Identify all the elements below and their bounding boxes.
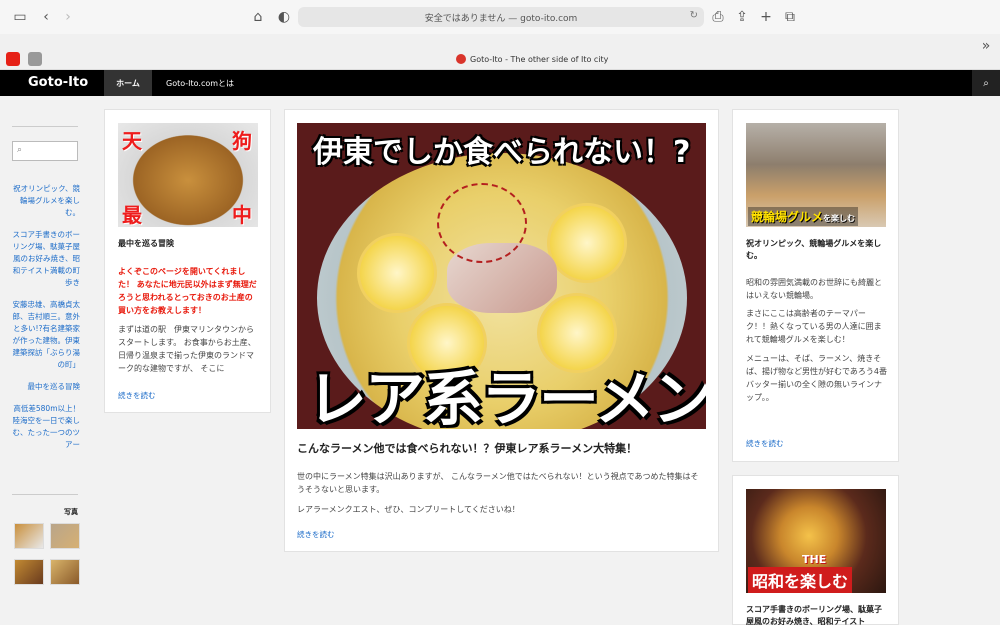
post-title[interactable]: こんなラーメン他では食べられない！？伊東レア系ラーメン大特集！ bbox=[297, 440, 706, 456]
youtube-favorite-icon[interactable] bbox=[6, 52, 20, 66]
image-kanji: 天 bbox=[122, 129, 142, 153]
post-excerpt-2: まさにここは高齢者のテーマパーク！！熱くなっている男の人達に囲まれて競輪場グルメ… bbox=[746, 309, 882, 344]
post-card-monaka: 天 狗 最 中 最中を巡る冒険 よくぞこのページを開いてくれました！ あなたに地… bbox=[104, 109, 271, 413]
showa-thumbnail[interactable]: THE 昭和を楽しむ bbox=[746, 489, 886, 593]
sidebar-link-monaka[interactable]: 最中を巡る冒険 bbox=[12, 381, 81, 393]
print-icon[interactable]: ⎙ bbox=[708, 7, 728, 27]
nav-about[interactable]: Goto-Ito.comとは bbox=[166, 78, 234, 89]
image-the: THE bbox=[802, 553, 827, 566]
post-excerpt: まずは道の駅 伊東マリンタウンからスタートします。 お食事からお土産、日帰り温泉… bbox=[118, 325, 256, 373]
image-caption: レア系ラーメン bbox=[307, 365, 706, 429]
site-title[interactable]: Goto-Ito bbox=[28, 75, 88, 90]
post-card-showa: THE 昭和を楽しむ スコア手書きのボーリング場、駄菓子屋風のお好み焼き、昭和テ… bbox=[732, 475, 899, 625]
image-headline: 伊東でしか食べられない！? bbox=[313, 135, 691, 170]
sidebar-link-architects[interactable]: 安藤忠雄、高橋貞太郎、吉村順三。意外と多い!?有名建築家が作った建物。伊東建築探… bbox=[12, 299, 81, 371]
post-excerpt: 昭和の雰囲気満載のお世辞にも綺麗とはいえない競輪場。 bbox=[746, 278, 882, 300]
home-icon[interactable]: ⌂ bbox=[248, 7, 268, 27]
nav-home[interactable]: ホーム bbox=[104, 70, 152, 96]
image-caption: 競輪場グルメを楽しむ bbox=[748, 207, 859, 226]
photo-thumb[interactable] bbox=[50, 523, 80, 549]
tab-title: Goto-Ito - The other side of Ito city bbox=[470, 54, 609, 64]
post-title[interactable]: スコア手書きのボーリング場、駄菓子屋風のお好み焼き、昭和テイスト bbox=[746, 604, 888, 625]
tab-bar: » bbox=[0, 34, 1000, 70]
back-icon[interactable]: ‹ bbox=[36, 7, 56, 27]
chili-threads bbox=[437, 183, 527, 263]
post-excerpt: 世の中にラーメン特集は沢山ありますが、 こんなラーメン他ではたべられない！という… bbox=[297, 472, 699, 494]
forward-icon[interactable]: › bbox=[58, 7, 78, 27]
post-excerpt-2: レアラーメンクエスト、ぜひ、コンプリートしてくださいね！ bbox=[297, 505, 520, 514]
active-tab[interactable]: Goto-Ito - The other side of Ito city bbox=[456, 54, 608, 64]
post-excerpt-3: メニューは、そば、ラーメン、焼きそば、揚げ物など男性が好むであろう4番バッター揃… bbox=[746, 354, 888, 402]
image-caption: 昭和を楽しむ bbox=[748, 567, 853, 593]
image-caption-small: を楽しむ bbox=[823, 214, 856, 223]
photo-thumb[interactable] bbox=[14, 523, 44, 549]
tab-overview-icon[interactable]: ⧉ bbox=[780, 7, 800, 27]
post-card-keirin: 競輪場グルメを楽しむ 祝オリンピック、競輪場グルメを楽しむ。 昭和の雰囲気満載の… bbox=[732, 109, 899, 462]
lemon-slice bbox=[357, 233, 437, 313]
sidebar-link-keirin[interactable]: 祝オリンピック、競輪場グルメを楽しむ。 bbox=[12, 183, 80, 219]
image-caption-main: 競輪場グルメ bbox=[751, 210, 824, 224]
photo-thumb[interactable] bbox=[50, 559, 80, 585]
ramen-thumbnail[interactable]: 伊東でしか食べられない！? レア系ラーメン bbox=[297, 123, 706, 429]
w-favorite-icon[interactable] bbox=[28, 52, 42, 66]
read-more-link[interactable]: 続きを読む bbox=[297, 529, 335, 540]
post-title[interactable]: 祝オリンピック、競輪場グルメを楽しむ。 bbox=[746, 238, 888, 262]
url-text: 安全ではありません — goto-ito.com bbox=[424, 13, 578, 24]
keirin-thumbnail[interactable]: 競輪場グルメを楽しむ bbox=[746, 123, 886, 227]
left-sidebar: ⌕ 祝オリンピック、競輪場グルメを楽しむ。 スコア手書きのボーリング場、駄菓子屋… bbox=[12, 126, 80, 461]
share-icon[interactable]: ⇪ bbox=[732, 7, 752, 27]
sidebar-search-input[interactable]: ⌕ bbox=[12, 141, 78, 161]
photo-thumb[interactable] bbox=[14, 559, 44, 585]
shield-icon[interactable]: ◐ bbox=[274, 7, 294, 27]
read-more-link[interactable]: 続きを読む bbox=[118, 390, 156, 401]
image-kanji: 中 bbox=[232, 203, 252, 227]
reload-icon[interactable]: ↻ bbox=[690, 10, 698, 21]
browser-toolbar: ▭ ‹ › ⌂ ◐ 安全ではありません — goto-ito.com ↻ ⎙ ⇪… bbox=[0, 0, 1000, 34]
url-bar[interactable]: 安全ではありません — goto-ito.com ↻ bbox=[298, 7, 704, 27]
search-icon[interactable]: ⌕ bbox=[972, 70, 1000, 96]
sidebar-link-tour[interactable]: 高低差580m以上！陸海空を一日で楽しむ、たった一つのツアー bbox=[12, 403, 81, 451]
site-navbar: Goto-Ito ホーム Goto-Ito.comとは ⌕ bbox=[0, 70, 1000, 96]
sidebar-link-showa[interactable]: スコア手書きのボーリング場、駄菓子屋風のお好み焼き、昭和テイスト満載の町歩き bbox=[12, 229, 81, 289]
site-favicon-icon bbox=[456, 54, 466, 64]
photos-heading: 写真 bbox=[12, 494, 78, 517]
post-title[interactable]: 最中を巡る冒険 bbox=[118, 238, 258, 249]
lemon-slice bbox=[547, 203, 627, 283]
divider bbox=[12, 126, 78, 127]
overflow-chevron-icon[interactable]: » bbox=[976, 36, 996, 56]
sidebar-toggle-icon[interactable]: ▭ bbox=[10, 7, 30, 27]
image-kanji: 狗 bbox=[232, 129, 252, 153]
post-card-ramen: 伊東でしか食べられない！? レア系ラーメン こんなラーメン他では食べられない！？… bbox=[284, 109, 719, 552]
post-intro: よくぞこのページを開いてくれました！ あなたに地元民以外はまず無理だろうと思われ… bbox=[118, 267, 257, 315]
read-more-link[interactable]: 続きを読む bbox=[746, 438, 784, 449]
recent-posts-list: 祝オリンピック、競輪場グルメを楽しむ。 スコア手書きのボーリング場、駄菓子屋風の… bbox=[12, 183, 81, 451]
monaka-thumbnail[interactable]: 天 狗 最 中 bbox=[118, 123, 258, 227]
image-kanji: 最 bbox=[122, 203, 142, 227]
search-icon: ⌕ bbox=[17, 145, 23, 155]
new-tab-icon[interactable]: + bbox=[756, 7, 776, 27]
